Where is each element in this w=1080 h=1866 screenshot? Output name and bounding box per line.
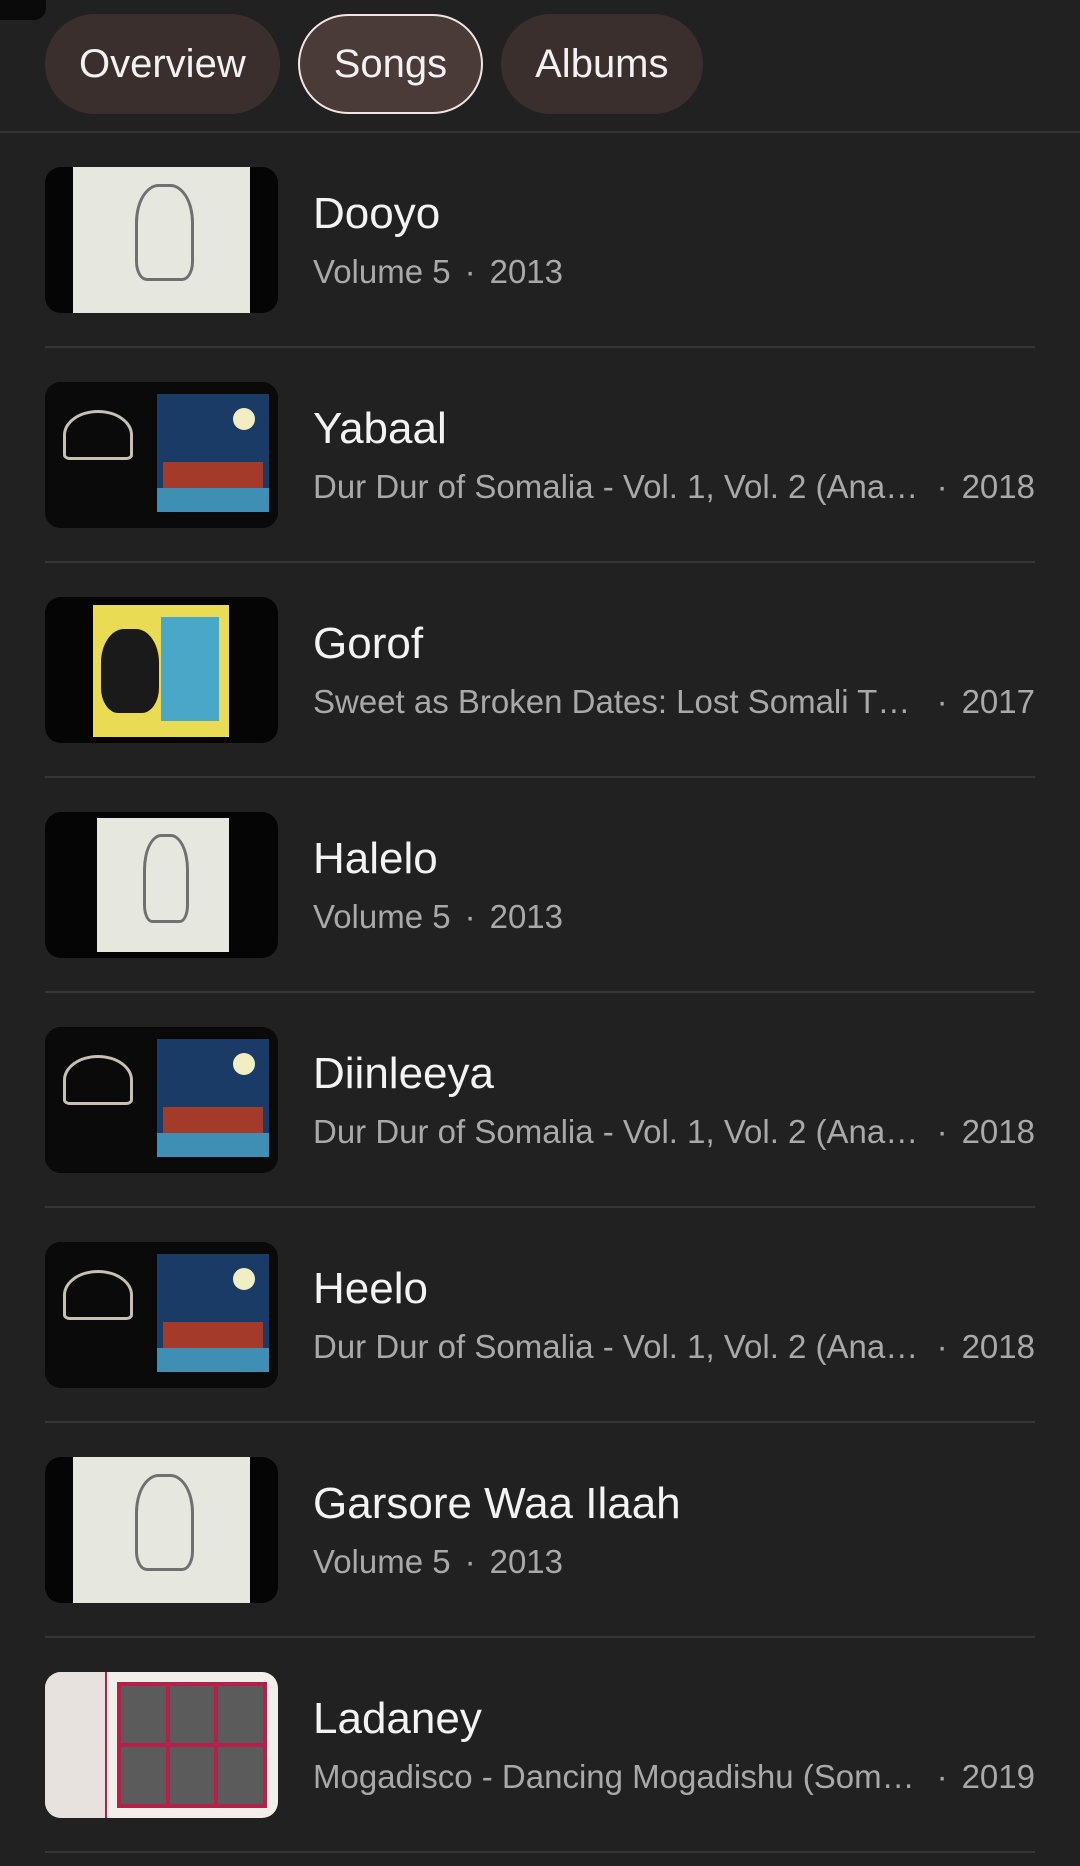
song-text: Halelo Volume 5 · 2013: [313, 832, 1035, 938]
song-subtitle: Volume 5 · 2013: [313, 1541, 1035, 1583]
separator-dot: ·: [464, 897, 476, 935]
separator-dot: ·: [936, 1112, 948, 1150]
song-list: Dooyo Volume 5 · 2013 Yabaal Dur Dur of …: [45, 133, 1035, 1853]
album-name: Mogadisco - Dancing Mogadishu (Som…: [313, 1757, 915, 1795]
album-art-thumbnail: [45, 381, 278, 528]
separator-dot: ·: [936, 1327, 948, 1365]
song-title: Diinleeya: [313, 1048, 494, 1098]
dur-dur-of-somalia-art: [45, 1026, 278, 1173]
song-subtitle: Dur Dur of Somalia - Vol. 1, Vol. 2 (Ana…: [313, 1111, 1035, 1153]
tab-albums[interactable]: Albums: [501, 14, 703, 114]
song-text: Dooyo Volume 5 · 2013: [313, 187, 1035, 293]
song-row[interactable]: Halelo Volume 5 · 2013: [45, 778, 1035, 993]
art-figure: [143, 833, 189, 923]
album-name: Volume 5: [313, 897, 451, 935]
corner-mark: [0, 0, 46, 20]
song-title: Heelo: [313, 1263, 428, 1313]
song-row[interactable]: Ladaney Mogadisco - Dancing Mogadishu (S…: [45, 1638, 1035, 1853]
song-subtitle: Sweet as Broken Dates: Lost Somali T… · …: [313, 681, 1035, 723]
mogadisco-art: [45, 1671, 278, 1818]
song-text: Gorof Sweet as Broken Dates: Lost Somali…: [313, 617, 1035, 723]
separator-dot: ·: [936, 467, 948, 505]
separator-dot: ·: [464, 1542, 476, 1580]
filter-chips: Overview Songs Albums: [45, 13, 703, 115]
volume-5-art: [73, 1456, 250, 1603]
release-year: 2013: [489, 252, 564, 290]
album-name: Sweet as Broken Dates: Lost Somali T…: [313, 682, 911, 720]
release-year: 2019: [961, 1757, 1035, 1795]
separator-dot: ·: [936, 682, 948, 720]
song-text: Ladaney Mogadisco - Dancing Mogadishu (S…: [313, 1692, 1035, 1798]
song-text: Diinleeya Dur Dur of Somalia - Vol. 1, V…: [313, 1047, 1035, 1153]
artist-songs-screen: Overview Songs Albums Dooyo Volume 5 · 2…: [0, 0, 1080, 1866]
album-art-thumbnail: [45, 1026, 278, 1173]
song-subtitle: Volume 5 · 2013: [313, 896, 1035, 938]
song-title: Halelo: [313, 833, 438, 883]
dur-dur-of-somalia-art: [45, 1241, 278, 1388]
song-row[interactable]: Garsore Waa Ilaah Volume 5 · 2013: [45, 1423, 1035, 1638]
song-row[interactable]: Heelo Dur Dur of Somalia - Vol. 1, Vol. …: [45, 1208, 1035, 1423]
song-row[interactable]: Yabaal Dur Dur of Somalia - Vol. 1, Vol.…: [45, 348, 1035, 563]
song-text: Garsore Waa Ilaah Volume 5 · 2013: [313, 1477, 1035, 1583]
sweet-as-broken-dates-art: [93, 604, 229, 737]
separator-dot: ·: [464, 252, 476, 290]
release-year: 2018: [961, 467, 1035, 505]
release-year: 2017: [961, 682, 1035, 720]
album-name: Volume 5: [313, 252, 451, 290]
release-year: 2013: [489, 1542, 564, 1580]
album-art-thumbnail: [45, 596, 278, 743]
album-name: Dur Dur of Somalia - Vol. 1, Vol. 2 (Ana…: [313, 467, 923, 505]
album-art-thumbnail: [45, 1241, 278, 1388]
song-row[interactable]: Dooyo Volume 5 · 2013: [45, 133, 1035, 348]
separator-dot: ·: [936, 1757, 948, 1795]
song-subtitle: Dur Dur of Somalia - Vol. 1, Vol. 2 (Ana…: [313, 466, 1035, 508]
song-title: Yabaal: [313, 403, 447, 453]
song-text: Yabaal Dur Dur of Somalia - Vol. 1, Vol.…: [313, 402, 1035, 508]
album-art-thumbnail: [45, 811, 278, 958]
dur-dur-of-somalia-art: [45, 381, 278, 528]
song-row[interactable]: Diinleeya Dur Dur of Somalia - Vol. 1, V…: [45, 993, 1035, 1208]
song-row[interactable]: Gorof Sweet as Broken Dates: Lost Somali…: [45, 563, 1035, 778]
song-subtitle: Mogadisco - Dancing Mogadishu (Som… · 20…: [313, 1756, 1035, 1798]
tab-songs[interactable]: Songs: [297, 14, 484, 114]
release-year: 2013: [489, 897, 564, 935]
tab-overview[interactable]: Overview: [45, 14, 280, 114]
song-text: Heelo Dur Dur of Somalia - Vol. 1, Vol. …: [313, 1262, 1035, 1368]
song-title: Dooyo: [313, 188, 441, 238]
album-art-thumbnail: [45, 1456, 278, 1603]
song-subtitle: Dur Dur of Somalia - Vol. 1, Vol. 2 (Ana…: [313, 1326, 1035, 1368]
volume-5-art: [73, 166, 250, 313]
album-art-thumbnail: [45, 1671, 278, 1818]
art-figure: [134, 1474, 195, 1571]
release-year: 2018: [961, 1112, 1035, 1150]
album-name: Volume 5: [313, 1542, 451, 1580]
song-subtitle: Volume 5 · 2013: [313, 251, 1035, 293]
art-figure: [134, 184, 195, 281]
song-title: Garsore Waa Ilaah: [313, 1478, 681, 1528]
volume-5-art: [97, 817, 229, 952]
release-year: 2018: [961, 1327, 1035, 1365]
album-name: Dur Dur of Somalia - Vol. 1, Vol. 2 (Ana…: [313, 1327, 923, 1365]
song-title: Gorof: [313, 618, 424, 668]
album-name: Dur Dur of Somalia - Vol. 1, Vol. 2 (Ana…: [313, 1112, 923, 1150]
album-art-thumbnail: [45, 166, 278, 313]
song-title: Ladaney: [313, 1693, 482, 1743]
